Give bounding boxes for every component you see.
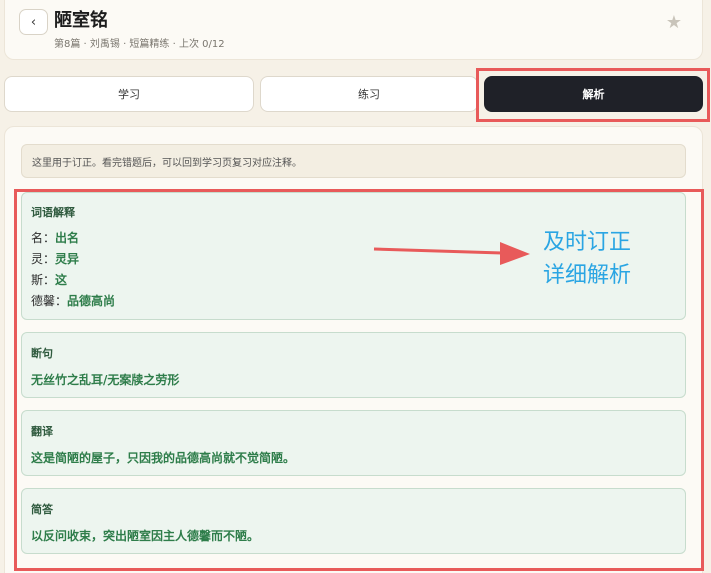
header-card: ‹ 陋室铭 第8篇 · 刘禹锡 · 短篇精练 · 上次 0/12 ★ [4,0,703,60]
annotation-line-2: 详细解析 [543,263,632,288]
arrow-right-icon [373,242,530,265]
annotation-line-1: 及时订正 [543,230,632,255]
page-subtitle: 第8篇 · 刘禹锡 · 短篇精练 · 上次 0/12 [54,39,225,50]
notice-banner: 这里用于订正。看完错题后，可以回到学习页复习对应注释。 [21,144,686,178]
page-title: 陋室铭 [54,10,108,31]
tab-practice[interactable]: 练习 [260,76,478,112]
tab-study-label: 学习 [118,88,140,101]
back-button[interactable]: ‹ [19,9,48,35]
tab-study[interactable]: 学习 [4,76,254,112]
chevron-left-icon: ‹ [30,14,37,30]
notice-text: 这里用于订正。看完错题后，可以回到学习页复习对应注释。 [32,157,302,169]
tab-highlight-box [476,68,710,122]
tab-practice-label: 练习 [358,88,380,101]
star-icon[interactable]: ★ [666,12,682,33]
